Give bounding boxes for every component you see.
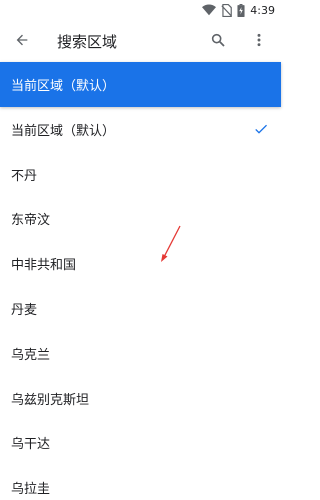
region-item-central-african-republic[interactable]: 中非共和国 <box>0 241 281 286</box>
region-label: 乌拉圭 <box>11 482 51 498</box>
region-item-denmark[interactable]: 丹麦 <box>0 286 281 331</box>
region-item-uruguay[interactable]: 乌拉圭 <box>0 465 281 500</box>
back-button[interactable] <box>10 28 34 52</box>
region-item-current-default[interactable]: 当前区域（默认） <box>0 107 281 152</box>
region-label: 丹麦 <box>11 303 38 319</box>
page-title: 搜索区域 <box>57 33 118 51</box>
region-label: 当前区域（默认） <box>11 123 116 139</box>
region-item-ukraine[interactable]: 乌克兰 <box>0 331 281 376</box>
more-options-button[interactable] <box>247 28 271 52</box>
status-icons: 4:39 <box>202 2 275 18</box>
check-icon <box>255 125 267 135</box>
search-icon <box>211 33 225 47</box>
arrow-back-icon <box>16 34 28 46</box>
region-item-timor-leste[interactable]: 东帝汶 <box>0 197 281 242</box>
region-label: 乌克兰 <box>11 347 51 363</box>
status-bar: 4:39 <box>0 0 281 20</box>
region-item-uganda[interactable]: 乌干达 <box>0 421 281 466</box>
selected-region-label: 当前区域（默认） <box>11 79 116 94</box>
more-vert-icon <box>257 33 261 47</box>
region-label: 乌干达 <box>11 437 51 453</box>
region-label: 乌兹别克斯坦 <box>11 392 90 408</box>
search-button[interactable] <box>206 28 230 52</box>
selected-region-banner: 当前区域（默认） <box>0 62 281 107</box>
wifi-icon <box>202 4 217 16</box>
region-label: 东帝汶 <box>11 213 51 229</box>
region-item-uzbekistan[interactable]: 乌兹别克斯坦 <box>0 376 281 421</box>
region-label: 不丹 <box>11 168 38 184</box>
status-time: 4:39 <box>250 3 275 17</box>
no-sim-icon <box>221 3 233 17</box>
region-item-bhutan[interactable]: 不丹 <box>0 152 281 197</box>
region-label: 中非共和国 <box>11 258 77 274</box>
app-bar: 搜索区域 <box>0 20 281 62</box>
annotation-arrow-icon <box>161 225 181 262</box>
region-list: 当前区域（默认） 不丹 东帝汶 中非共和国 丹麦 乌克兰 乌兹别克斯坦 乌干达 … <box>0 107 281 500</box>
battery-icon <box>237 3 245 17</box>
